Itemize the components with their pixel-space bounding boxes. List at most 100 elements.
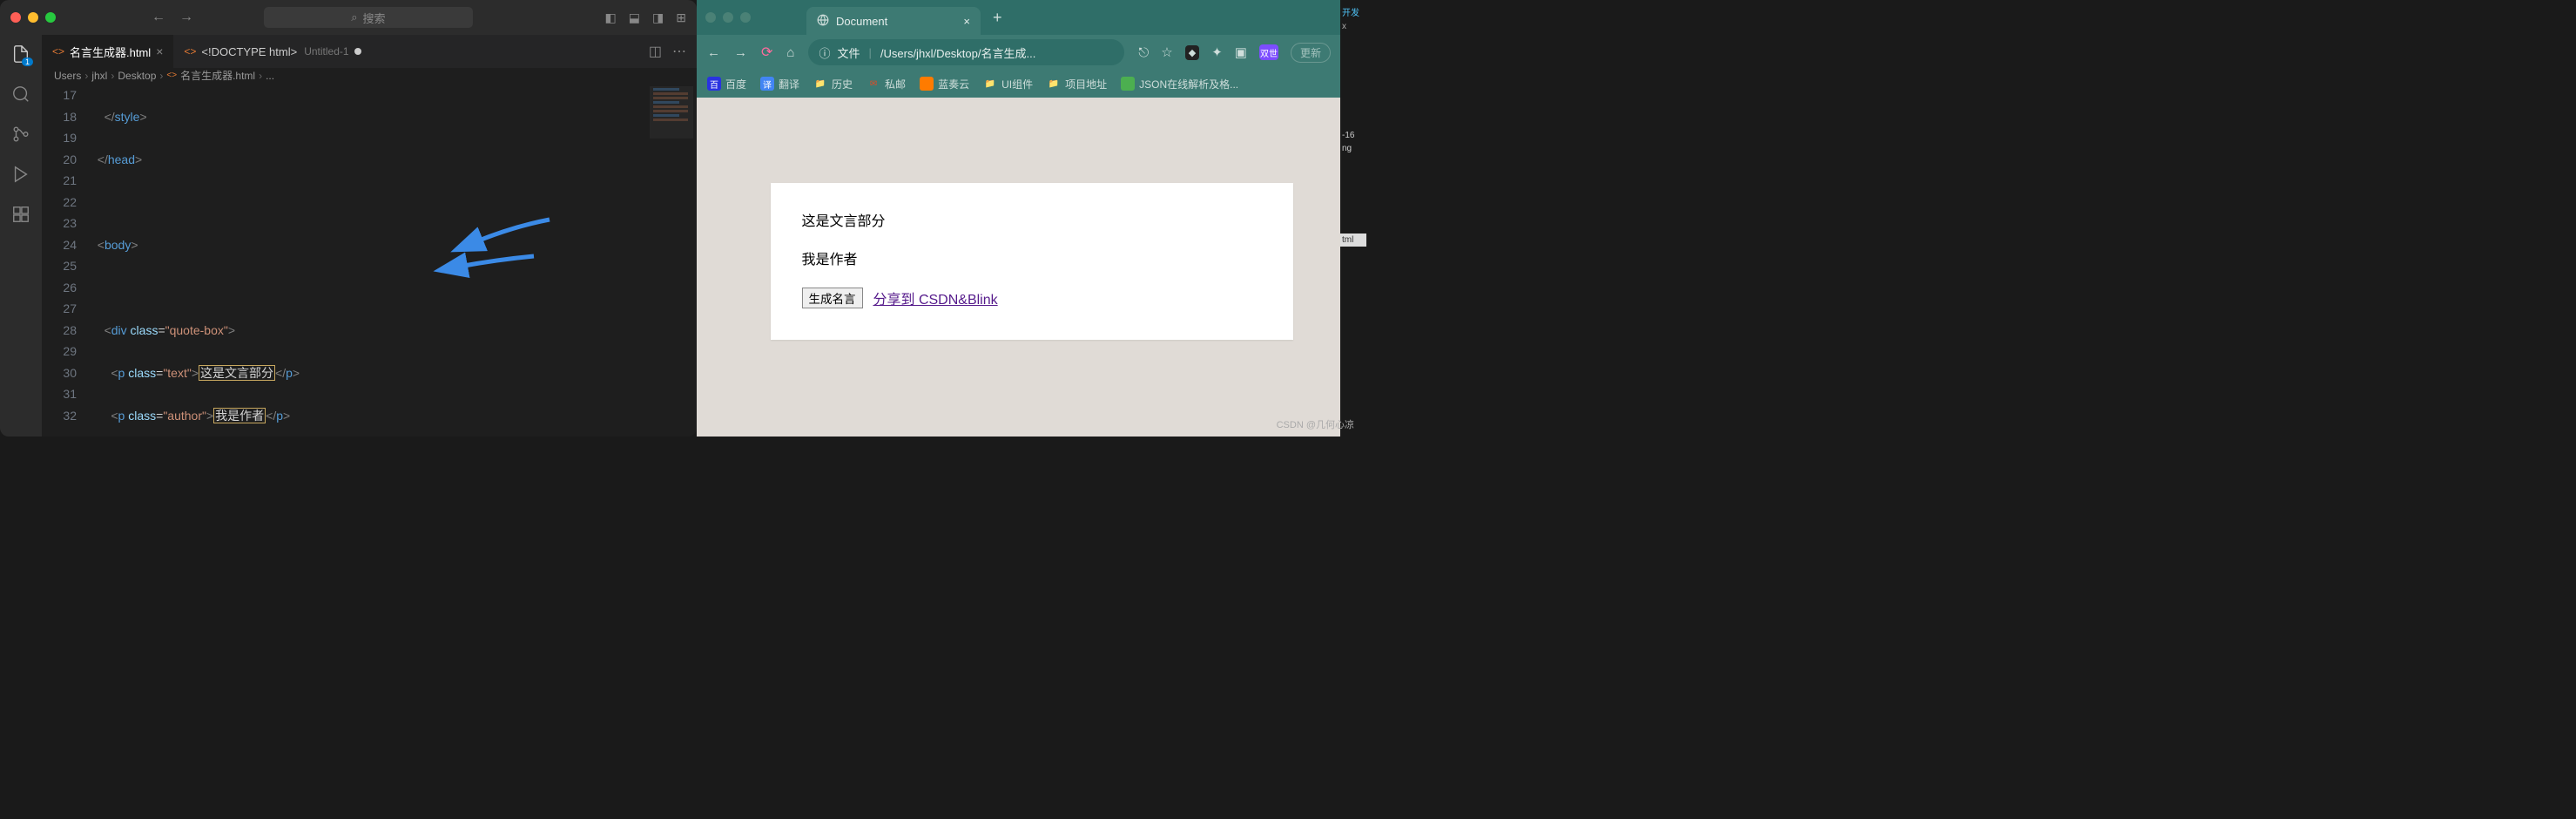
- bookmark-icon: ✉: [867, 77, 880, 91]
- code-editor[interactable]: 17181920212223242526272829303132 </style…: [42, 83, 697, 437]
- vscode-titlebar: ← → ⌕ 搜索 ◧ ⬓ ◨ ⊞: [0, 0, 697, 35]
- editor-area: <> 名言生成器.html × <> <!DOCTYPE html> Untit…: [42, 35, 697, 437]
- bookmark-star-icon[interactable]: ☆: [1161, 44, 1172, 60]
- bookmark-item[interactable]: 百百度: [707, 77, 746, 91]
- line-numbers: 17181920212223242526272829303132: [42, 83, 91, 437]
- globe-icon: [817, 14, 829, 29]
- bookmarks-bar: 百百度 译翻译 📁历史 ✉私邮 蓝奏云 📁UI组件 📁项目地址 JSON在线解析…: [697, 70, 1366, 98]
- close-window-button[interactable]: [10, 12, 21, 23]
- folder-icon: 📁: [813, 77, 827, 91]
- source-control-icon[interactable]: [10, 124, 31, 145]
- profile-badge[interactable]: 双世: [1259, 44, 1278, 60]
- back-button[interactable]: ←: [707, 45, 720, 60]
- code-content[interactable]: </style> </head> <body> <div class="quot…: [91, 83, 697, 437]
- more-actions-icon[interactable]: ⋯: [672, 43, 686, 60]
- panel-left-icon[interactable]: ◧: [605, 10, 617, 25]
- command-search-input[interactable]: ⌕ 搜索: [264, 7, 473, 28]
- window-controls: [10, 12, 56, 23]
- close-window-button[interactable]: [705, 12, 716, 23]
- code-text-highlight: 这是文言部分: [199, 365, 275, 381]
- minimize-window-button[interactable]: [28, 12, 38, 23]
- reader-icon[interactable]: ▣: [1235, 44, 1247, 60]
- nav-forward-icon[interactable]: →: [179, 10, 193, 25]
- folder-icon: 📁: [1047, 77, 1061, 91]
- tab-subtitle: Untitled-1: [304, 45, 348, 58]
- browser-tab[interactable]: Document ×: [806, 7, 981, 35]
- bookmark-icon: [1121, 77, 1135, 91]
- share-icon[interactable]: ⎋: [1138, 45, 1149, 60]
- quote-text: 这是文言部分: [802, 209, 1262, 230]
- explorer-icon[interactable]: 1: [10, 44, 31, 64]
- layout-grid-icon[interactable]: ⊞: [676, 10, 686, 25]
- extension-icon[interactable]: ◆: [1185, 45, 1199, 60]
- address-bar[interactable]: ⓘ 文件 | /Users/jhxl/Desktop/名言生成...: [808, 39, 1124, 65]
- bookmark-item[interactable]: 译翻译: [760, 77, 799, 91]
- url-scheme: 文件: [837, 44, 860, 61]
- bookmark-item[interactable]: 蓝奏云: [920, 77, 969, 91]
- panel-bottom-icon[interactable]: ⬓: [629, 10, 640, 25]
- search-icon: ⌕: [351, 10, 357, 24]
- share-link[interactable]: 分享到 CSDN&Blink: [873, 288, 998, 308]
- breadcrumb-item[interactable]: Desktop: [118, 70, 156, 82]
- search-placeholder: 搜索: [362, 10, 385, 26]
- watermark: CSDN @几何心凉: [1277, 417, 1354, 431]
- search-activity-icon[interactable]: [10, 84, 31, 105]
- minimap[interactable]: [650, 86, 693, 139]
- run-debug-icon[interactable]: [10, 164, 31, 185]
- html-file-icon: <>: [184, 45, 196, 58]
- bookmark-icon: 译: [760, 77, 774, 91]
- folder-icon: 📁: [983, 77, 997, 91]
- split-editor-icon[interactable]: ◫: [649, 43, 662, 60]
- bookmark-icon: [920, 77, 934, 91]
- maximize-window-button[interactable]: [740, 12, 751, 23]
- chrome-tab-strip: Document × + ⌄: [697, 0, 1366, 35]
- home-button[interactable]: ⌂: [786, 45, 794, 60]
- partial-right-panel: 开发 x -16 ng tml: [1340, 0, 1366, 437]
- minimize-window-button[interactable]: [723, 12, 733, 23]
- breadcrumb-item[interactable]: jhxl: [91, 70, 107, 82]
- url-path: /Users/jhxl/Desktop/名言生成...: [880, 44, 1035, 61]
- breadcrumb[interactable]: Users› jhxl› Desktop› <> 名言生成器.html› ...: [42, 68, 697, 83]
- tab-label: <!DOCTYPE html>: [201, 45, 297, 58]
- forward-button[interactable]: →: [734, 45, 747, 60]
- puzzle-icon[interactable]: ✦: [1211, 44, 1223, 60]
- explorer-badge: 1: [22, 58, 33, 66]
- bookmark-item[interactable]: 📁历史: [813, 77, 853, 91]
- code-text-highlight: 我是作者: [213, 408, 266, 423]
- editor-tabs: <> 名言生成器.html × <> <!DOCTYPE html> Untit…: [42, 35, 697, 68]
- extensions-icon[interactable]: [10, 204, 31, 225]
- panel-right-icon[interactable]: ◨: [652, 10, 664, 25]
- quote-box: 这是文言部分 我是作者 生成名言 分享到 CSDN&Blink: [771, 183, 1293, 340]
- browser-toolbar: ← → ⟳ ⌂ ⓘ 文件 | /Users/jhxl/Desktop/名言生成.…: [697, 35, 1366, 70]
- close-tab-icon[interactable]: ×: [963, 15, 970, 28]
- tab-title: Document: [836, 15, 887, 28]
- bookmark-icon: 百: [707, 77, 721, 91]
- new-tab-button[interactable]: +: [984, 9, 1011, 27]
- activity-bar: 1: [0, 35, 42, 437]
- nav-back-icon[interactable]: ←: [152, 10, 165, 25]
- info-icon[interactable]: ⓘ: [819, 44, 830, 61]
- chrome-window-controls: [705, 12, 751, 23]
- tab-file-1[interactable]: <> 名言生成器.html ×: [42, 35, 173, 68]
- tab-label: 名言生成器.html: [70, 44, 151, 60]
- page-viewport: 这是文言部分 我是作者 生成名言 分享到 CSDN&Blink: [697, 98, 1366, 437]
- vscode-window: ← → ⌕ 搜索 ◧ ⬓ ◨ ⊞ 1: [0, 0, 697, 437]
- new-quote-button[interactable]: 生成名言: [802, 288, 863, 308]
- close-tab-icon[interactable]: ×: [156, 44, 163, 58]
- chrome-window: Document × + ⌄ ← → ⟳ ⌂ ⓘ 文件 | /Users/jhx…: [697, 0, 1366, 437]
- breadcrumb-item[interactable]: 名言生成器.html: [180, 68, 255, 83]
- reload-button[interactable]: ⟳: [761, 44, 772, 61]
- breadcrumb-item[interactable]: ...: [266, 70, 274, 82]
- breadcrumb-item[interactable]: Users: [54, 70, 81, 82]
- quote-author: 我是作者: [802, 247, 1262, 268]
- tab-file-2[interactable]: <> <!DOCTYPE html> Untitled-1: [173, 35, 371, 68]
- bookmark-item[interactable]: 📁项目地址: [1047, 77, 1107, 91]
- maximize-window-button[interactable]: [45, 12, 56, 23]
- bookmark-item[interactable]: JSON在线解析及格...: [1121, 77, 1238, 91]
- bookmark-item[interactable]: ✉私邮: [867, 77, 906, 91]
- update-button[interactable]: 更新: [1291, 43, 1331, 63]
- html-file-icon: <>: [52, 45, 64, 58]
- unsaved-dot-icon: [354, 48, 361, 55]
- bookmark-item[interactable]: 📁UI组件: [983, 77, 1033, 91]
- nav-arrows: ← →: [152, 10, 193, 25]
